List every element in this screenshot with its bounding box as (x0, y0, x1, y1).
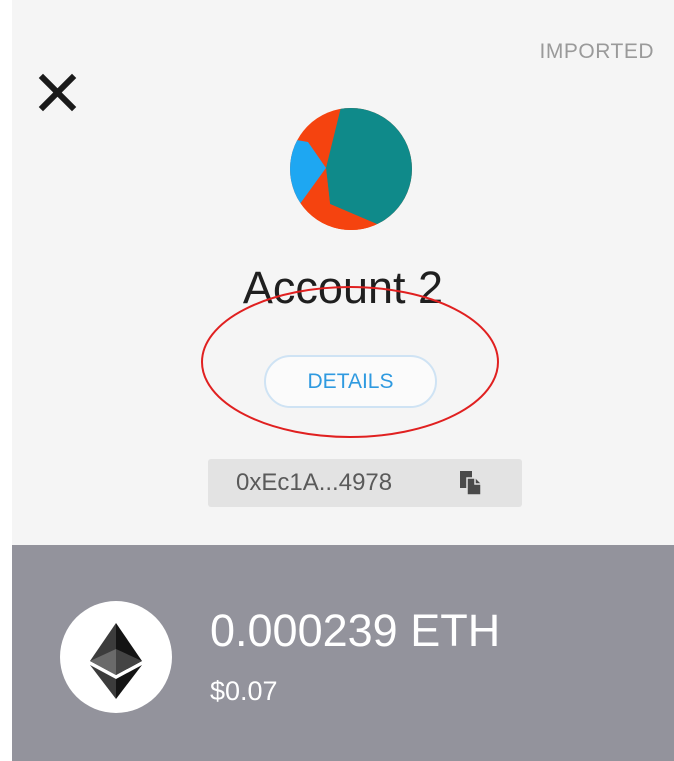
account-address: 0xEc1A...4978 (236, 469, 393, 496)
account-name[interactable]: Account 2 (12, 258, 674, 318)
account-identicon (290, 108, 412, 230)
imported-badge: IMPORTED (539, 40, 654, 63)
account-details-panel: IMPORTED Account 2 DETAILS 0xEc1A...4978 (12, 0, 674, 545)
balance-section: 0.000239 ETH $0.07 (12, 545, 674, 761)
copy-icon (460, 471, 482, 495)
fiat-balance: $0.07 (210, 676, 278, 706)
close-icon[interactable] (36, 56, 96, 116)
details-button[interactable]: DETAILS (264, 355, 437, 408)
eth-balance: 0.000239 ETH (210, 605, 501, 656)
ethereum-diamond-icon (90, 623, 142, 699)
ethereum-logo-icon (60, 601, 172, 713)
copy-address-button[interactable]: 0xEc1A...4978 (208, 459, 522, 507)
close-button[interactable] (36, 56, 96, 116)
